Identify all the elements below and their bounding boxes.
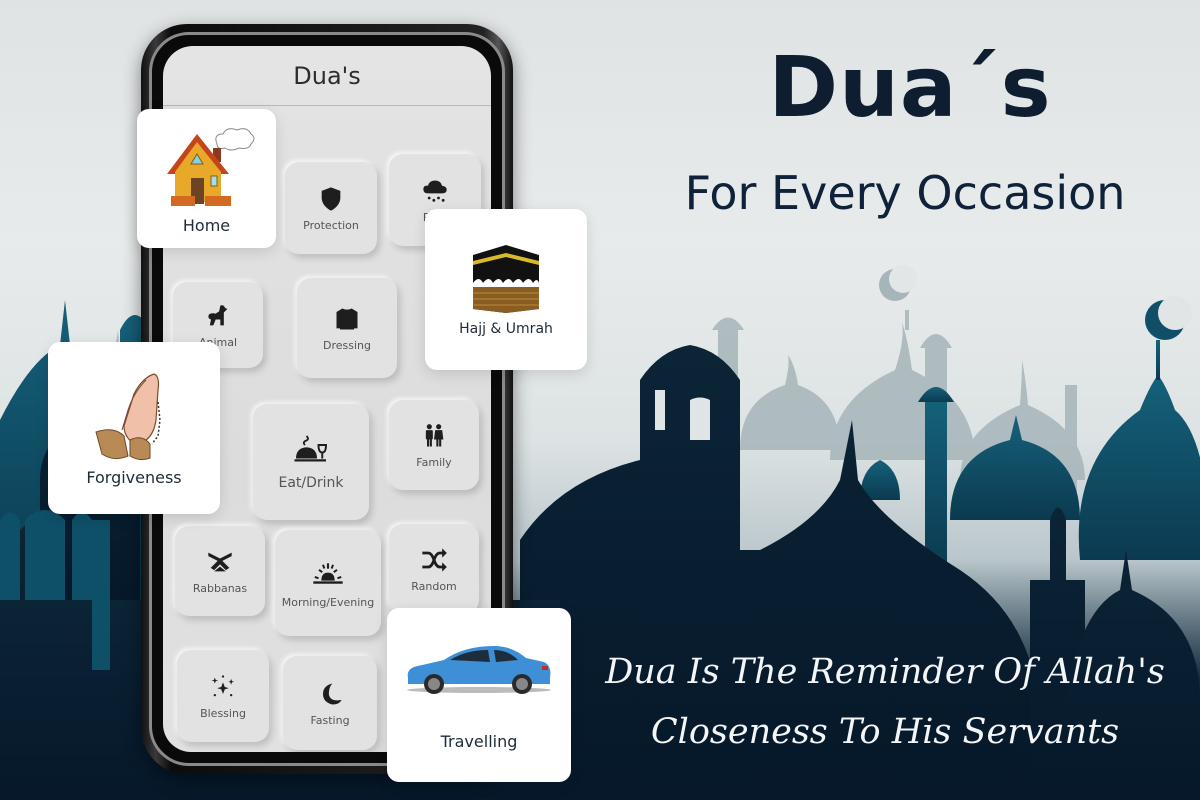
card-label: Hajj & Umrah	[459, 320, 553, 337]
dog-icon	[208, 304, 228, 325]
tile-label: Eat/Drink	[278, 475, 344, 491]
promo-title: Dua´s	[768, 38, 1052, 136]
kaaba-icon	[473, 244, 539, 313]
app-title: Dua's	[293, 61, 361, 90]
tile-protection[interactable]: Protection	[285, 162, 377, 254]
tile-rabbanas[interactable]: Rabbanas	[175, 526, 265, 616]
quote-line-2: Closeness To His Servants	[650, 712, 1120, 752]
crescent-moon-light	[879, 265, 917, 301]
tile-label: Rabbanas	[192, 581, 248, 595]
app-header: Dua's	[163, 46, 491, 106]
tile-blessing[interactable]: Blessing	[177, 650, 269, 742]
tile-label: Dressing	[323, 338, 371, 352]
tile-fasting[interactable]: Fasting	[283, 656, 377, 750]
tile-label: Morning/Evening	[281, 595, 375, 609]
family-icon	[425, 423, 444, 446]
card-label: Forgiveness	[86, 467, 182, 487]
card-hajj-umrah[interactable]: Hajj & Umrah	[425, 209, 587, 370]
tile-label: Family	[416, 455, 452, 469]
car-icon	[407, 645, 551, 694]
rain-cloud-icon	[423, 180, 447, 202]
card-label: Home	[182, 216, 231, 235]
tile-eat-drink[interactable]: Eat/Drink	[253, 404, 369, 520]
sparkles-icon	[211, 674, 235, 696]
shield-icon	[321, 186, 341, 211]
house-icon	[166, 128, 254, 206]
food-cloche-icon	[294, 435, 327, 462]
promo-quote: Dua Is The Reminder Of Allah's Closeness…	[575, 642, 1195, 762]
tile-morning-evening[interactable]: Morning/Evening	[275, 530, 381, 636]
tile-family[interactable]: Family	[389, 400, 479, 490]
card-travelling[interactable]: Travelling	[387, 608, 571, 782]
tile-label: Blessing	[200, 706, 246, 720]
crescent-moon-icon	[323, 683, 342, 704]
praying-hands-icon	[95, 372, 161, 460]
shuffle-icon	[422, 547, 447, 572]
card-forgiveness[interactable]: Forgiveness	[48, 342, 220, 514]
tile-label: Random	[411, 579, 457, 593]
card-label: Travelling	[440, 731, 518, 751]
shirt-icon	[336, 308, 358, 329]
tile-random[interactable]: Random	[389, 524, 479, 614]
crescent-moon-dark	[1145, 296, 1192, 340]
quran-book-icon	[208, 552, 232, 571]
tile-label: Fasting	[310, 713, 350, 727]
tile-label: Protection	[303, 218, 359, 232]
sunrise-icon	[313, 562, 343, 584]
card-home[interactable]: Home	[137, 109, 276, 248]
promo-subtitle: For Every Occasion	[684, 166, 1126, 220]
tile-dressing[interactable]: Dressing	[297, 278, 397, 378]
quote-line-1: Dua Is The Reminder Of Allah's	[605, 652, 1165, 692]
